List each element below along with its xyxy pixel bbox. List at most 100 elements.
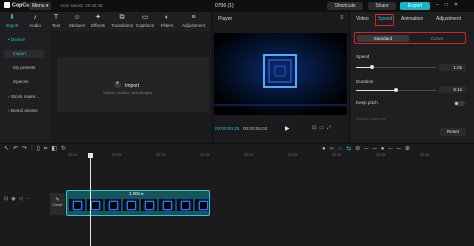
rotate-icon[interactable]: ↻: [61, 146, 70, 152]
duration-value[interactable]: 6.1s: [439, 86, 466, 93]
more-icon[interactable]: ⋯: [25, 196, 33, 202]
edit-tools: ↖↶↷⫶▯⌗◧↻: [4, 145, 70, 153]
speed-value-text: 1.0x: [453, 65, 462, 70]
slider-fill: [356, 90, 396, 91]
maximize-icon[interactable]: □: [445, 2, 454, 8]
clip-frame: [177, 199, 193, 211]
shortcuts-button[interactable]: Shortcuts: [327, 2, 363, 10]
tab-audio[interactable]: ♪ Audio: [25, 12, 45, 31]
playhead[interactable]: [90, 153, 91, 246]
current-time: 00:00:00:25: [215, 126, 240, 131]
tab-captions[interactable]: ▭ Captions: [135, 12, 155, 31]
effects-icon: ✦: [95, 14, 101, 21]
filters-icon: ◐: [164, 14, 170, 21]
tick-label: 00:05: [112, 153, 122, 157]
autosave-status: Auto saved: 19:45:45: [60, 3, 103, 8]
import-label[interactable]: Import: [125, 83, 139, 89]
preview-axis-icon[interactable]: ⇆: [346, 146, 355, 152]
clip-frame: [123, 199, 139, 211]
tab-label: Audio: [29, 23, 41, 28]
tab-video[interactable]: Video: [356, 16, 369, 22]
keep-pitch-label: Keep pitch: [356, 100, 378, 105]
menu-button[interactable]: Menu ▾: [29, 2, 51, 10]
select-icon[interactable]: ↖: [4, 146, 13, 152]
transitions-icon: ⧉: [119, 14, 125, 21]
track-header: ⊡◉◁⋯: [4, 196, 33, 202]
tab-label: Adjustment: [182, 23, 205, 28]
tick-label: 00:15: [200, 153, 210, 157]
delete-icon[interactable]: ▯: [37, 146, 44, 152]
cover-button[interactable]: ✎ Cover: [50, 193, 65, 215]
clip-speed-badge: 1.00x ▸: [129, 191, 144, 196]
segment-standard[interactable]: Standard: [357, 35, 409, 42]
redo-icon[interactable]: ↷: [22, 146, 31, 152]
player-title: Player: [218, 16, 233, 22]
speed-slider[interactable]: [356, 65, 436, 69]
capcut-logo-icon: [4, 2, 10, 8]
sidebar-item-device[interactable]: • Device: [8, 37, 25, 42]
play-button[interactable]: ▶: [285, 125, 290, 132]
ratio-icon[interactable]: ▭: [319, 125, 327, 131]
fullscreen-icon[interactable]: ⤢: [327, 125, 334, 131]
sidebar-item-my-presets[interactable]: My presets: [13, 65, 35, 70]
tick-label: 00:25: [288, 153, 298, 157]
tab-filters[interactable]: ◐ Filters: [157, 12, 177, 31]
reset-button[interactable]: Reset: [440, 128, 466, 136]
tab-animation[interactable]: Animation: [401, 16, 423, 22]
tab-stickers[interactable]: ☺ Stickers: [67, 12, 87, 31]
time-ruler[interactable]: 00:00 00:05 00:10 00:15 00:20 00:25 00:3…: [60, 153, 474, 161]
tick-label: 00:40: [420, 153, 430, 157]
sidebar-item-label: Device: [10, 37, 25, 42]
mic-icon[interactable]: ●: [322, 146, 330, 152]
menu-icon[interactable]: ≡: [340, 15, 344, 21]
link-icon[interactable]: ∞: [330, 146, 338, 152]
slider-knob[interactable]: [370, 65, 374, 69]
tab-effects[interactable]: ✦ Effects: [88, 12, 108, 31]
tab-label: Filters: [160, 23, 174, 28]
share-button[interactable]: Share: [368, 2, 396, 10]
duration-slider[interactable]: [356, 88, 436, 92]
minimize-icon[interactable]: –: [436, 2, 445, 8]
tab-transitions[interactable]: ⧉ Transitions: [110, 12, 134, 31]
zoom-out-icon[interactable]: ⊖: [355, 146, 364, 152]
tab-import[interactable]: ⬇ Import: [2, 12, 22, 31]
zoom-slider[interactable]: ──●──: [364, 146, 405, 152]
timeline-tools: ●∞∩⇆⊖──●──⊕: [322, 145, 414, 152]
playhead-handle[interactable]: [88, 153, 93, 158]
zoom-in-icon[interactable]: ⊕: [405, 146, 414, 152]
window-controls[interactable]: –□✕: [436, 2, 464, 8]
mirror-icon[interactable]: ◧: [51, 146, 61, 152]
close-icon[interactable]: ✕: [454, 2, 464, 8]
sidebar-item-label: Spaces: [13, 79, 29, 84]
clip-frame: [195, 199, 209, 211]
undo-icon[interactable]: ↶: [13, 146, 22, 152]
tick-label: 00:35: [376, 153, 386, 157]
sidebar-item-label: Brand assets: [10, 108, 38, 113]
keep-pitch-toggle[interactable]: [454, 101, 465, 106]
adjustment-icon: ≡: [191, 14, 196, 21]
tab-text[interactable]: T Text: [46, 12, 66, 31]
speed-value[interactable]: 1.0x: [439, 64, 466, 71]
sidebar-item-brand-assets[interactable]: › Brand assets: [8, 108, 38, 113]
tab-label: Stickers: [68, 23, 86, 28]
tab-adjustment[interactable]: ≡ Adjustment: [180, 12, 207, 31]
plus-icon[interactable]: +: [114, 81, 121, 88]
sidebar-item-label: My presets: [13, 65, 36, 70]
segment-curve[interactable]: Curve: [411, 35, 463, 42]
highlight-box: [375, 14, 394, 26]
eye-icon[interactable]: ◉: [11, 196, 18, 202]
menu-label: Menu: [32, 3, 45, 9]
magnet-icon[interactable]: ∩: [338, 146, 346, 152]
sidebar-item-spaces[interactable]: Spaces: [13, 79, 28, 84]
export-button[interactable]: Export: [400, 2, 430, 10]
sticker-icon: ☺: [73, 14, 81, 21]
sidebar-item-stock[interactable]: › Stock mater...: [8, 94, 39, 99]
slider-knob[interactable]: [394, 88, 398, 92]
export-label: Export: [407, 3, 423, 9]
cover-label: Cover: [52, 203, 63, 207]
tab-adjustment-inspector[interactable]: Adjustment: [436, 16, 461, 22]
sidebar-item-import[interactable]: Import: [4, 50, 44, 58]
smooth-slowmo-label: Smooth slow-mo: [356, 116, 386, 121]
project-title[interactable]: 0706 (1): [215, 3, 234, 9]
video-preview[interactable]: [214, 33, 347, 115]
